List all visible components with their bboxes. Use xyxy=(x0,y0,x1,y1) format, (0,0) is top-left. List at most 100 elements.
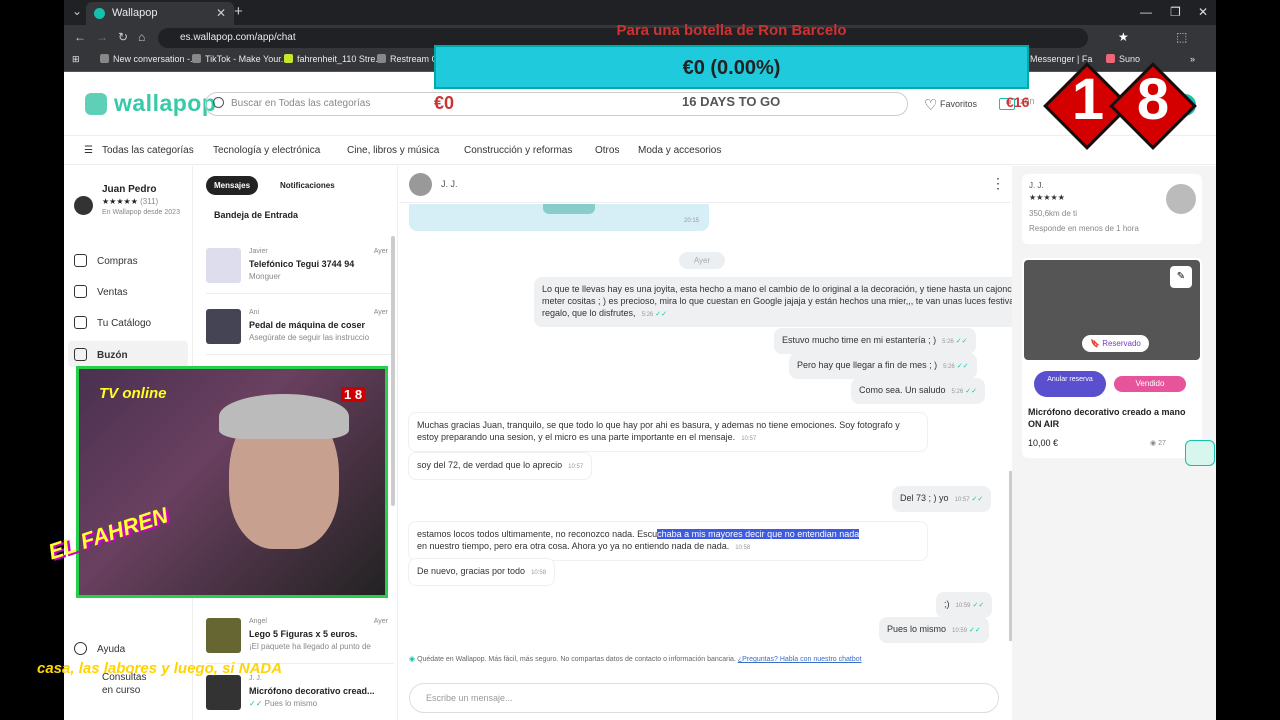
nav-catalog[interactable]: Tu Catálogo xyxy=(74,316,151,329)
safety-notice: ◉ Quédate en Wallapop. Más fácil, más se… xyxy=(409,655,1009,663)
age-digit-1: 1 xyxy=(1071,67,1105,132)
chat-contact-name: J. J. xyxy=(441,179,458,189)
previous-button xyxy=(543,204,595,214)
message-time: 10:59 xyxy=(955,603,971,609)
item-thumbnail xyxy=(206,618,241,653)
rating-count: (311) xyxy=(140,197,159,206)
close-window-icon[interactable]: ✕ xyxy=(1198,5,1208,19)
bookmark-4[interactable]: Messenger | Fa xyxy=(1030,54,1092,64)
message-out: Del 73 ; ) yo 10:57 ✓✓ xyxy=(892,486,992,512)
sold-button[interactable]: Vendido xyxy=(1114,376,1186,392)
nav-label: Ayuda xyxy=(97,644,126,655)
message-body: Pues lo mismo xyxy=(887,624,947,634)
avatar[interactable] xyxy=(74,196,93,215)
message-out: ;) 10:59 ✓✓ xyxy=(936,592,993,618)
read-check-icon: ✓✓ xyxy=(955,338,968,345)
favorites-link[interactable]: ♡ Favoritos xyxy=(924,96,977,114)
message-body-a: estamos locos todos ultimamente, no reco… xyxy=(417,529,658,539)
message-text: Lo que te llevas hay es una joyita, esta… xyxy=(542,283,1048,321)
message-time: 10:58 xyxy=(531,570,547,576)
message-out: Pues lo mismo 10:59 ✓✓ xyxy=(879,617,989,643)
seller-distance: 350,6km de ti xyxy=(1029,209,1078,218)
list-item[interactable]: Javier Ayer Telefónico Tegui 3744 94 Mon… xyxy=(206,236,394,294)
wallapop-logo-icon[interactable] xyxy=(85,93,107,115)
message-input[interactable]: Escribe un mensaje... xyxy=(409,683,999,713)
nav-help[interactable]: Ayuda xyxy=(74,642,125,655)
message-body: De nuevo, gracias por todo xyxy=(417,566,526,576)
catalog-icon xyxy=(74,316,87,329)
nav-purchases[interactable]: Compras xyxy=(74,254,138,267)
menu-icon[interactable]: ☰ xyxy=(84,145,93,156)
bookmark-0[interactable]: New conversation -... xyxy=(100,54,198,64)
chatbot-link[interactable]: ¿Preguntas? Habla con nuestro chatbot xyxy=(738,656,862,663)
new-tab-icon[interactable]: + xyxy=(234,3,243,20)
list-item[interactable]: Ani Ayer Pedal de máquina de coser Asegú… xyxy=(206,297,394,355)
chatbot-help-icon[interactable] xyxy=(1185,440,1215,466)
reload-icon[interactable]: ↻ xyxy=(118,30,128,44)
rating-stars: ★★★★★ xyxy=(1029,193,1065,202)
nav-inbox[interactable]: Buzón xyxy=(74,348,128,361)
nav-label: Ventas xyxy=(97,287,128,298)
product-image[interactable]: 🔖 Reservado ✎ xyxy=(1024,260,1200,360)
category-fashion[interactable]: Moda y accesorios xyxy=(638,145,721,156)
selected-text[interactable]: chaba a mis mayores decir que no entendi… xyxy=(657,529,860,539)
chat-header: J. J. ⋮ xyxy=(399,166,1011,203)
avatar[interactable] xyxy=(409,173,432,196)
category-all[interactable]: Todas las categorías xyxy=(102,145,194,156)
nav-sales[interactable]: Ventas xyxy=(74,285,128,298)
search-input[interactable]: Buscar en Todas las categorías xyxy=(205,92,908,116)
list-scrollbar[interactable] xyxy=(391,236,395,506)
date-separator: Ayer xyxy=(679,252,725,269)
extensions-icon[interactable]: ⬚ xyxy=(1176,30,1187,44)
category-books[interactable]: Cine, libros y música xyxy=(347,145,439,156)
nav-label: Tu Catálogo xyxy=(97,318,152,329)
chat-panel: J. J. ⋮ 20:15 Ayer Lo que te llevas hay … xyxy=(399,166,1060,720)
more-options-icon[interactable]: ⋮ xyxy=(991,175,1005,192)
category-construction[interactable]: Construcción y reformas xyxy=(464,145,572,156)
category-other[interactable]: Otros xyxy=(595,145,619,156)
bookmark-1[interactable]: TikTok - Make Your... xyxy=(192,54,288,64)
item-sub: Monguer xyxy=(249,272,281,281)
tab-messages[interactable]: Mensajes xyxy=(206,176,259,195)
raised-amount: €0 xyxy=(434,93,455,113)
seller-response: Responde en menos de 1 hora xyxy=(1029,224,1139,233)
item-thumbnail xyxy=(206,675,241,710)
product-price: 10,00 € xyxy=(1028,438,1059,448)
bookmark-star-icon[interactable]: ★ xyxy=(1118,30,1129,44)
bookmark-2[interactable]: fahrenheit_110 Stre... xyxy=(284,54,383,64)
back-icon[interactable]: ← xyxy=(74,30,86,44)
product-card[interactable]: 🔖 Reservado ✎ Anular reserva Vendido Mic… xyxy=(1022,258,1202,458)
logo-text[interactable]: wallapop xyxy=(114,90,216,117)
item-sub: Asegúrate de seguir las instruccio xyxy=(249,333,370,342)
favorites-label: Favoritos xyxy=(939,99,977,109)
message-body: Estuvo mucho time en mi estantería ; ) xyxy=(782,335,937,345)
bookmark-5[interactable]: Suno xyxy=(1106,54,1140,64)
item-sub-text: Pues lo mismo xyxy=(264,699,318,708)
tab-notifications[interactable]: Notificaciones xyxy=(272,176,343,195)
seller-card[interactable]: J. J. ★★★★★ 350,6km de ti Responde en me… xyxy=(1022,174,1202,244)
more-bookmarks-icon[interactable]: » xyxy=(1190,54,1195,64)
maximize-icon[interactable]: ❐ xyxy=(1170,5,1181,19)
reserved-badge: 🔖 Reservado xyxy=(1082,335,1149,352)
browser-tab[interactable]: Wallapop ✕ xyxy=(86,2,234,25)
edit-icon[interactable]: ✎ xyxy=(1170,266,1192,288)
apps-icon[interactable]: ⊞ xyxy=(72,54,80,65)
minimize-icon[interactable]: — xyxy=(1140,5,1152,19)
previous-message-bubble: 20:15 xyxy=(409,204,709,231)
message-time: 10:57 xyxy=(568,464,584,470)
home-icon[interactable]: ⌂ xyxy=(138,30,145,44)
wallapop-favicon xyxy=(94,8,105,19)
close-tab-icon[interactable]: ✕ xyxy=(216,2,226,25)
category-tech[interactable]: Tecnología y electrónica xyxy=(213,145,320,156)
cancel-reservation-button[interactable]: Anular reserva xyxy=(1034,371,1106,397)
list-item[interactable]: Angel Ayer Lego 5 Figuras x 5 euros. ¡El… xyxy=(206,606,394,664)
message-in: soy del 72, de verdad que lo aprecio 10:5… xyxy=(408,452,593,480)
tab-menu-icon[interactable]: ⌄ xyxy=(72,4,82,18)
message-time: 10:59 xyxy=(952,628,968,634)
goal-amount: €16 xyxy=(1006,94,1030,110)
message-in: estamos locos todos ultimamente, no reco… xyxy=(408,521,928,561)
message-time: 5:26 xyxy=(951,389,964,395)
item-title: Telefónico Tegui 3744 94 xyxy=(249,259,355,269)
forward-icon[interactable]: → xyxy=(96,30,108,44)
purchases-icon xyxy=(74,254,87,267)
